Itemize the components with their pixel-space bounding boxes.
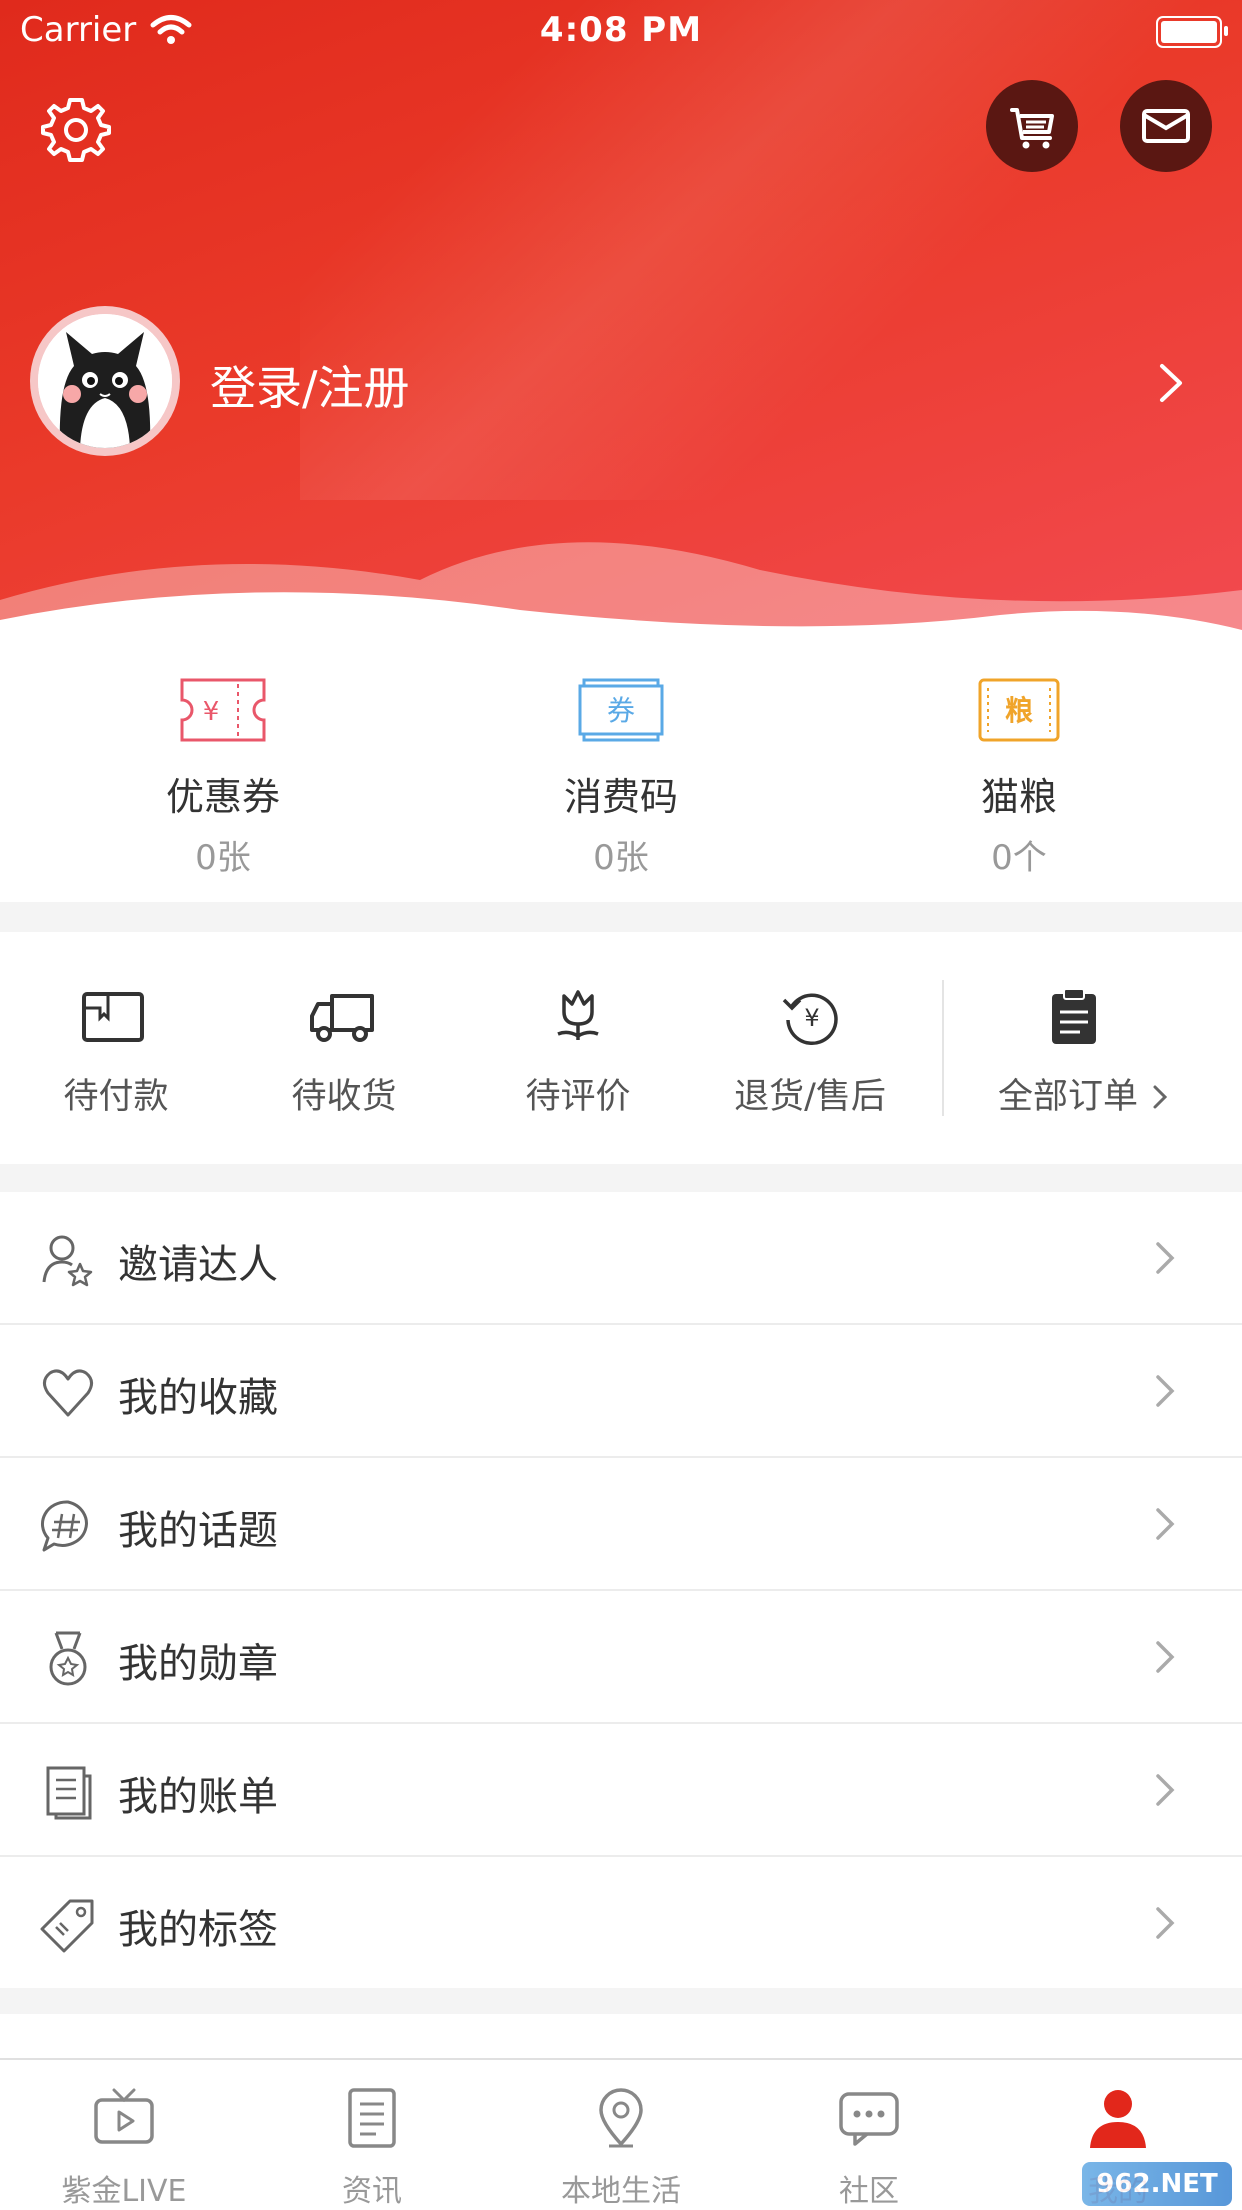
svg-text:¥: ¥	[203, 697, 220, 727]
stat-label: 优惠券	[165, 775, 280, 819]
menu-item-topics[interactable]: 我的话题	[0, 1458, 1242, 1591]
order-divider	[942, 980, 944, 1116]
cat-food-icon: 粮	[978, 678, 1060, 742]
menu-item-invite-expert[interactable]: 邀请达人	[0, 1192, 1242, 1325]
cart-icon	[1010, 108, 1054, 149]
chevron-right-icon	[1156, 1907, 1175, 1939]
medal-icon	[49, 1631, 87, 1686]
order-pending-receipt[interactable]: 待收货	[228, 932, 460, 1164]
menu-item-tags[interactable]: 我的标签	[0, 1857, 1242, 1988]
order-pending-review[interactable]: 待评价	[462, 932, 694, 1164]
chevron-right-icon	[1156, 1508, 1175, 1540]
stat-cat-food[interactable]: 粮 猫粮 0个	[819, 640, 1219, 902]
stat-voucher-code[interactable]: 券 消费码 0张	[421, 640, 821, 902]
header-sheen	[300, 0, 1200, 500]
user-star-icon	[42, 1235, 93, 1287]
order-all-label: 全部订单	[998, 1068, 1198, 1119]
stat-label: 猫粮	[980, 775, 1057, 819]
menu-item-label: 我的话题	[118, 1508, 278, 1554]
chevron-right-icon	[1153, 1085, 1168, 1109]
order-label: 待付款	[63, 1077, 169, 1117]
stat-count: 0个	[991, 838, 1047, 878]
login-register-link[interactable]: 登录/注册	[210, 352, 410, 418]
order-refund-aftersale[interactable]: ¥ 退货/售后	[694, 932, 926, 1164]
tag-icon	[40, 1899, 94, 1953]
refund-icon: ¥	[782, 993, 838, 1046]
header-wave	[0, 542, 1242, 640]
bill-icon	[46, 1766, 92, 1820]
tab-community[interactable]: 社区	[745, 2060, 993, 2210]
person-icon	[1090, 2090, 1146, 2148]
battery-icon	[1156, 16, 1228, 48]
stat-coupon[interactable]: ¥ 优惠券 0张	[23, 640, 423, 902]
stat-count: 0张	[593, 838, 649, 878]
heart-icon	[43, 1369, 93, 1417]
stat-count: 0张	[195, 838, 251, 878]
order-label: 待评价	[525, 1077, 631, 1117]
menu-item-bills[interactable]: 我的账单	[0, 1724, 1242, 1857]
menu-item-label: 我的收藏	[118, 1375, 278, 1421]
tv-play-icon	[94, 2088, 154, 2144]
menu-item-medals[interactable]: 我的勋章	[0, 1591, 1242, 1724]
voucher-code-icon: 券	[578, 678, 664, 742]
clock: 4:08 PM	[539, 10, 703, 50]
cart-button[interactable]	[986, 80, 1078, 172]
stat-label: 消费码	[563, 775, 678, 819]
avatar[interactable]	[30, 306, 180, 456]
clipboard-icon	[1052, 988, 1096, 1044]
tab-label: 本地生活	[561, 2174, 681, 2209]
order-label: 退货/售后	[734, 1077, 886, 1117]
order-shortcuts: 待付款 待收货 待评价 ¥ 退货/售后 全部订单	[0, 932, 1242, 1164]
tab-news[interactable]: 资讯	[248, 2060, 496, 2210]
tab-bar: 紫金LIVE 资讯 本地生活 社区 我的	[0, 2058, 1242, 2210]
asset-stats: ¥ 优惠券 0张 券 消费码 0张 粮 猫粮 0个	[0, 640, 1242, 902]
svg-text:粮: 粮	[1005, 694, 1033, 727]
profile-menu: 邀请达人 我的收藏 我的话题 我的勋章 我的账单 我的标签	[0, 1192, 1242, 1988]
mail-icon	[1142, 109, 1190, 143]
hashtag-chat-icon	[40, 1500, 88, 1552]
status-bar: Carrier 4:08 PM	[0, 0, 1242, 62]
order-pending-payment[interactable]: 待付款	[0, 932, 232, 1164]
watermark-badge: 962.NET	[1082, 2162, 1232, 2206]
tab-label: 资讯	[342, 2174, 402, 2209]
wallet-icon	[82, 992, 144, 1042]
svg-text:¥: ¥	[804, 1004, 819, 1032]
chevron-right-icon	[1156, 1242, 1175, 1274]
cat-avatar-image	[38, 314, 172, 448]
tab-zijin-live[interactable]: 紫金LIVE	[0, 2060, 248, 2210]
mail-button[interactable]	[1120, 80, 1212, 172]
gear-icon[interactable]	[40, 94, 112, 166]
chevron-right-icon	[1156, 1641, 1175, 1673]
tab-label: 社区	[839, 2174, 899, 2209]
order-all[interactable]: 全部订单	[956, 932, 1242, 1164]
location-icon	[599, 2088, 643, 2148]
truck-icon	[310, 994, 374, 1042]
chevron-right-icon[interactable]	[1150, 358, 1190, 408]
order-label: 待收货	[291, 1077, 397, 1117]
chevron-right-icon	[1156, 1375, 1175, 1407]
chevron-right-icon	[1156, 1774, 1175, 1806]
tab-local-life[interactable]: 本地生活	[497, 2060, 745, 2210]
profile-header: Carrier 4:08 PM 登录/注册	[0, 0, 1242, 640]
coupon-icon: ¥	[180, 678, 266, 742]
menu-item-label: 我的勋章	[118, 1641, 278, 1687]
menu-item-label: 邀请达人	[118, 1242, 278, 1288]
chat-bubble-icon	[839, 2092, 899, 2146]
svg-text:券: 券	[607, 694, 635, 727]
menu-item-favorites[interactable]: 我的收藏	[0, 1325, 1242, 1458]
news-icon	[348, 2088, 396, 2148]
flower-icon	[557, 990, 599, 1040]
menu-item-label: 我的标签	[118, 1907, 278, 1953]
menu-item-label: 我的账单	[118, 1774, 278, 1820]
tab-label: 紫金LIVE	[61, 2174, 187, 2209]
